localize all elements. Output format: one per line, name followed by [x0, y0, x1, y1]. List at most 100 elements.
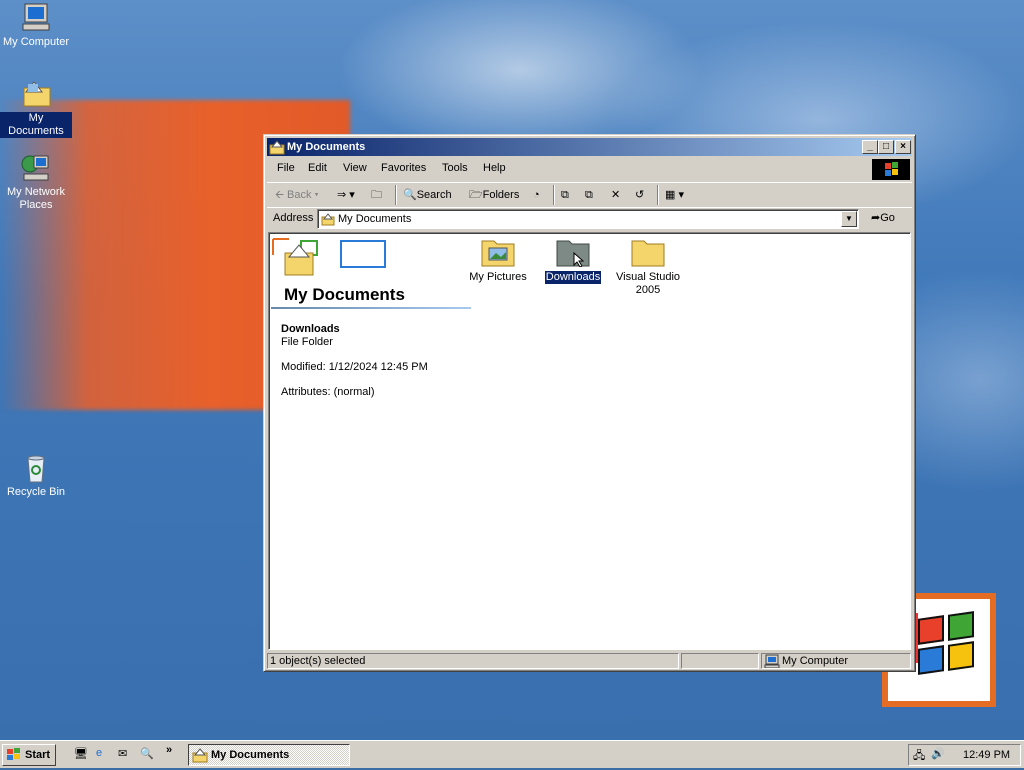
selected-modified: Modified: 1/12/2024 12:45 PM [281, 361, 428, 373]
clock[interactable]: 12:49 PM [963, 749, 1010, 761]
search-icon: 🔍 [403, 189, 417, 201]
menu-view[interactable]: View [343, 162, 367, 174]
explorer-icon[interactable]: 🔍 [140, 747, 156, 763]
taskbar: Start 🖥 e ✉ 🔍 » My Documents 🖧 🔊 12:49 P… [0, 740, 1024, 768]
folder-view[interactable]: My Documents Downloads File Folder Modif… [268, 232, 911, 650]
desktop-icon-label: My Network Places [6, 186, 66, 211]
toolbar-separator [553, 185, 555, 205]
address-dropdown-button[interactable]: ▼ [841, 211, 857, 227]
selected-name: Downloads [281, 323, 340, 335]
history-button[interactable]: ◔ [533, 186, 540, 204]
close-icon: × [900, 141, 906, 152]
minimize-icon: _ [867, 141, 873, 152]
go-label: Go [880, 212, 895, 224]
taskbar-button-my-documents[interactable]: My Documents [188, 744, 350, 766]
desktop-icon-label: Recycle Bin [6, 486, 66, 498]
back-button[interactable]: 🡨 Back ▾ [275, 186, 319, 204]
window-title: My Documents [287, 141, 366, 153]
close-button[interactable]: × [895, 140, 911, 154]
undo-icon: ↺ [635, 189, 645, 201]
explorer-window[interactable]: My Documents _ □ × File Edit View Favori… [263, 134, 916, 672]
my-documents-folder-icon [269, 139, 285, 155]
folder-icon [556, 237, 590, 268]
show-desktop-icon[interactable]: 🖥 [74, 747, 90, 763]
delete-button[interactable]: ✕ [611, 186, 620, 204]
desktop-icon-recycle-bin[interactable]: Recycle Bin [0, 452, 72, 499]
quick-launch-overflow-icon[interactable]: » [166, 744, 182, 760]
views-grid-icon: ▦ [665, 189, 676, 201]
folders-button[interactable]: 🗁Folders [469, 186, 519, 204]
status-zone: My Computer [761, 653, 911, 669]
desktop-icon-network-places[interactable]: My Network Places [0, 152, 72, 212]
address-field[interactable]: My Documents ▼ [317, 209, 859, 229]
dropdown-arrow-icon: ▼ [845, 214, 853, 223]
maximize-icon: □ [882, 141, 890, 152]
outlook-express-icon[interactable]: ✉ [118, 747, 134, 763]
folder-icon [631, 237, 665, 267]
volume-tray-icon[interactable]: 🔊 [931, 747, 945, 760]
menu-file[interactable]: File [277, 162, 295, 174]
move-to-button[interactable]: ⧉ [561, 186, 569, 204]
folder-item-visual-studio-2005[interactable]: Visual Studio 2005 [608, 237, 688, 297]
search-button[interactable]: 🔍Search [403, 186, 452, 204]
webview-banner: My Documents [271, 235, 471, 309]
desktop-icon-label: My Documents [0, 112, 72, 138]
views-button[interactable]: ▦ ▾ [665, 186, 684, 204]
copy-to-icon: ⧉ [585, 189, 593, 201]
address-label: Address [273, 212, 314, 224]
undo-button[interactable]: ↺ [635, 186, 644, 204]
menu-bar: File Edit View Favorites Tools Help [267, 158, 912, 180]
taskbar-button-label: My Documents [211, 749, 290, 761]
selected-type: File Folder [281, 336, 333, 348]
standard-toolbar: 🡨 Back ▾ ⇒ ▾ 🗀 🔍Search 🗁Folders ◔ ⧉ ⧉ ✕ … [267, 182, 912, 208]
toolbar-separator [395, 185, 397, 205]
status-selection: 1 object(s) selected [267, 653, 679, 669]
my-documents-folder-icon [20, 78, 52, 110]
folder-item-my-pictures[interactable]: My Pictures [458, 237, 538, 284]
folder-item-label: Visual Studio 2005 [616, 271, 681, 296]
status-blank-pane [681, 653, 759, 669]
start-button[interactable]: Start [2, 744, 56, 766]
pictures-folder-icon [481, 237, 515, 267]
address-bar: Address My Documents ▼ ➦Go [267, 207, 912, 232]
history-icon: ◔ [533, 189, 540, 201]
address-value: My Documents [338, 213, 412, 225]
menu-edit[interactable]: Edit [308, 162, 327, 174]
minimize-button[interactable]: _ [862, 140, 878, 154]
title-bar[interactable]: My Documents _ □ × [267, 138, 912, 156]
menu-favorites[interactable]: Favorites [381, 162, 426, 174]
status-zone-label: My Computer [782, 655, 849, 667]
desktop-icon-my-documents[interactable]: My Documents [0, 78, 72, 138]
panel-divider [271, 307, 471, 309]
desktop-icon-my-computer[interactable]: My Computer [0, 2, 72, 49]
selected-attributes: Attributes: (normal) [281, 386, 375, 398]
computer-icon [764, 654, 780, 672]
windows-flag-icon [6, 748, 22, 769]
menu-tools[interactable]: Tools [442, 162, 468, 174]
folder-item-label: Downloads [543, 270, 603, 285]
go-arrow-icon: ➦ [871, 212, 881, 224]
system-tray: 🖧 🔊 12:49 PM [908, 744, 1021, 766]
status-bar: 1 object(s) selected My Computer [267, 652, 912, 670]
windows-throbber [872, 159, 910, 180]
forward-button[interactable]: ⇒ ▾ [337, 186, 355, 204]
folder-item-downloads[interactable]: Downloads [533, 237, 613, 285]
up-folder-icon: 🗀 [371, 189, 382, 201]
network-tray-icon[interactable]: 🖧 [913, 747, 925, 766]
network-places-icon [20, 152, 52, 184]
menu-help[interactable]: Help [483, 162, 506, 174]
forward-arrow-icon: ⇒ [337, 189, 347, 201]
banner-graphic [272, 238, 386, 276]
up-folder-button[interactable]: 🗀 [371, 186, 382, 204]
go-button[interactable]: ➦Go [871, 211, 895, 224]
maximize-button[interactable]: □ [878, 140, 894, 154]
desktop-icon-label: My Computer [2, 36, 70, 48]
my-documents-folder-icon [192, 747, 208, 770]
recycle-bin-icon [20, 452, 52, 484]
my-documents-folder-icon [321, 212, 335, 226]
internet-explorer-icon[interactable]: e [96, 747, 112, 763]
panel-title: My Documents [284, 285, 405, 304]
copy-to-button[interactable]: ⧉ [585, 186, 593, 204]
back-label: Back [287, 189, 312, 201]
folders-icon: 🗁 [469, 189, 483, 201]
